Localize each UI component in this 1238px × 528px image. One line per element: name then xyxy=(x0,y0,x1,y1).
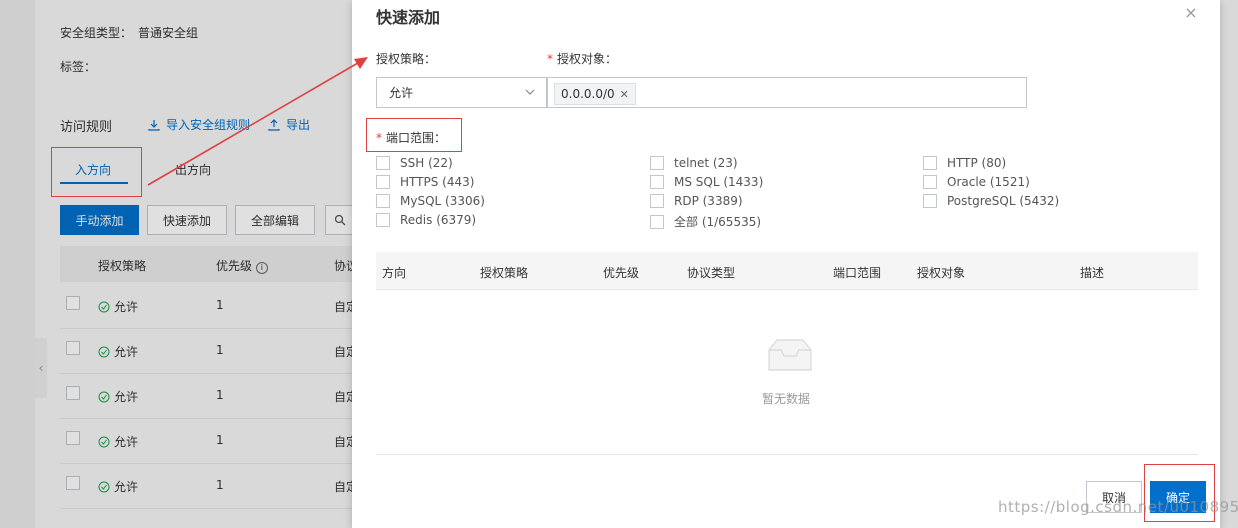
port-option-postgresql[interactable]: PostgreSQL (5432) xyxy=(923,194,1059,208)
policy-select[interactable]: 允许 xyxy=(376,77,547,108)
header-description: 描述 xyxy=(1080,266,1105,280)
dialog-title: 快速添加 xyxy=(376,8,441,27)
header-port-range: 端口范围 xyxy=(833,266,882,280)
empty-state-text: 暂无数据 xyxy=(762,392,811,406)
port-option-all[interactable]: 全部 (1/65535) xyxy=(650,213,761,230)
annotation-box-tab xyxy=(51,147,142,197)
port-option-ssh[interactable]: SSH (22) xyxy=(376,156,453,170)
port-option-telnet[interactable]: telnet (23) xyxy=(650,156,738,170)
collapse-handle[interactable]: ‹ xyxy=(35,338,47,398)
port-option-https[interactable]: HTTPS (443) xyxy=(376,175,474,189)
auth-object-input[interactable]: 0.0.0.0/0 ✕ xyxy=(547,77,1027,108)
checkbox[interactable] xyxy=(923,156,937,170)
checkbox[interactable] xyxy=(376,194,390,208)
checkbox[interactable] xyxy=(376,213,390,227)
port-option-redis[interactable]: Redis (6379) xyxy=(376,213,476,227)
auth-object-tag: 0.0.0.0/0 ✕ xyxy=(554,83,636,105)
chevron-down-icon xyxy=(525,89,535,95)
chevron-left-icon: ‹ xyxy=(38,361,44,375)
checkbox[interactable] xyxy=(650,214,664,229)
auth-object-label: * 授权对象： xyxy=(547,52,618,66)
checkbox[interactable] xyxy=(923,194,937,208)
header-direction: 方向 xyxy=(382,266,407,280)
checkbox[interactable] xyxy=(376,156,390,170)
checkbox[interactable] xyxy=(376,175,390,189)
checkbox[interactable] xyxy=(650,194,664,208)
watermark: https://blog.csdn.net/u010895512 xyxy=(998,498,1238,516)
checkbox[interactable] xyxy=(923,175,937,189)
divider xyxy=(376,454,1198,455)
preview-table-header: 方向 授权策略 优先级 协议类型 端口范围 授权对象 描述 xyxy=(376,252,1198,290)
header-policy: 授权策略 xyxy=(480,266,529,280)
port-option-rdp[interactable]: RDP (3389) xyxy=(650,194,743,208)
empty-box-icon xyxy=(768,339,812,371)
close-icon[interactable]: × xyxy=(1184,5,1198,21)
port-option-http[interactable]: HTTP (80) xyxy=(923,156,1006,170)
port-option-oracle[interactable]: Oracle (1521) xyxy=(923,175,1030,189)
quick-add-dialog: 快速添加 × 授权策略： * 授权对象： 允许 0.0.0.0/0 ✕ * 端口范围… xyxy=(352,0,1220,528)
header-auth-object: 授权对象 xyxy=(917,266,966,280)
port-option-mssql[interactable]: MS SQL (1433) xyxy=(650,175,763,189)
checkbox[interactable] xyxy=(650,175,664,189)
header-priority: 优先级 xyxy=(603,266,640,280)
required-mark: * xyxy=(547,52,553,66)
policy-label: 授权策略： xyxy=(376,52,437,66)
header-protocol: 协议类型 xyxy=(687,266,736,280)
tag-remove-icon[interactable]: ✕ xyxy=(620,88,629,101)
annotation-box-port-range xyxy=(366,118,462,152)
port-option-mysql[interactable]: MySQL (3306) xyxy=(376,194,485,208)
checkbox[interactable] xyxy=(650,156,664,170)
